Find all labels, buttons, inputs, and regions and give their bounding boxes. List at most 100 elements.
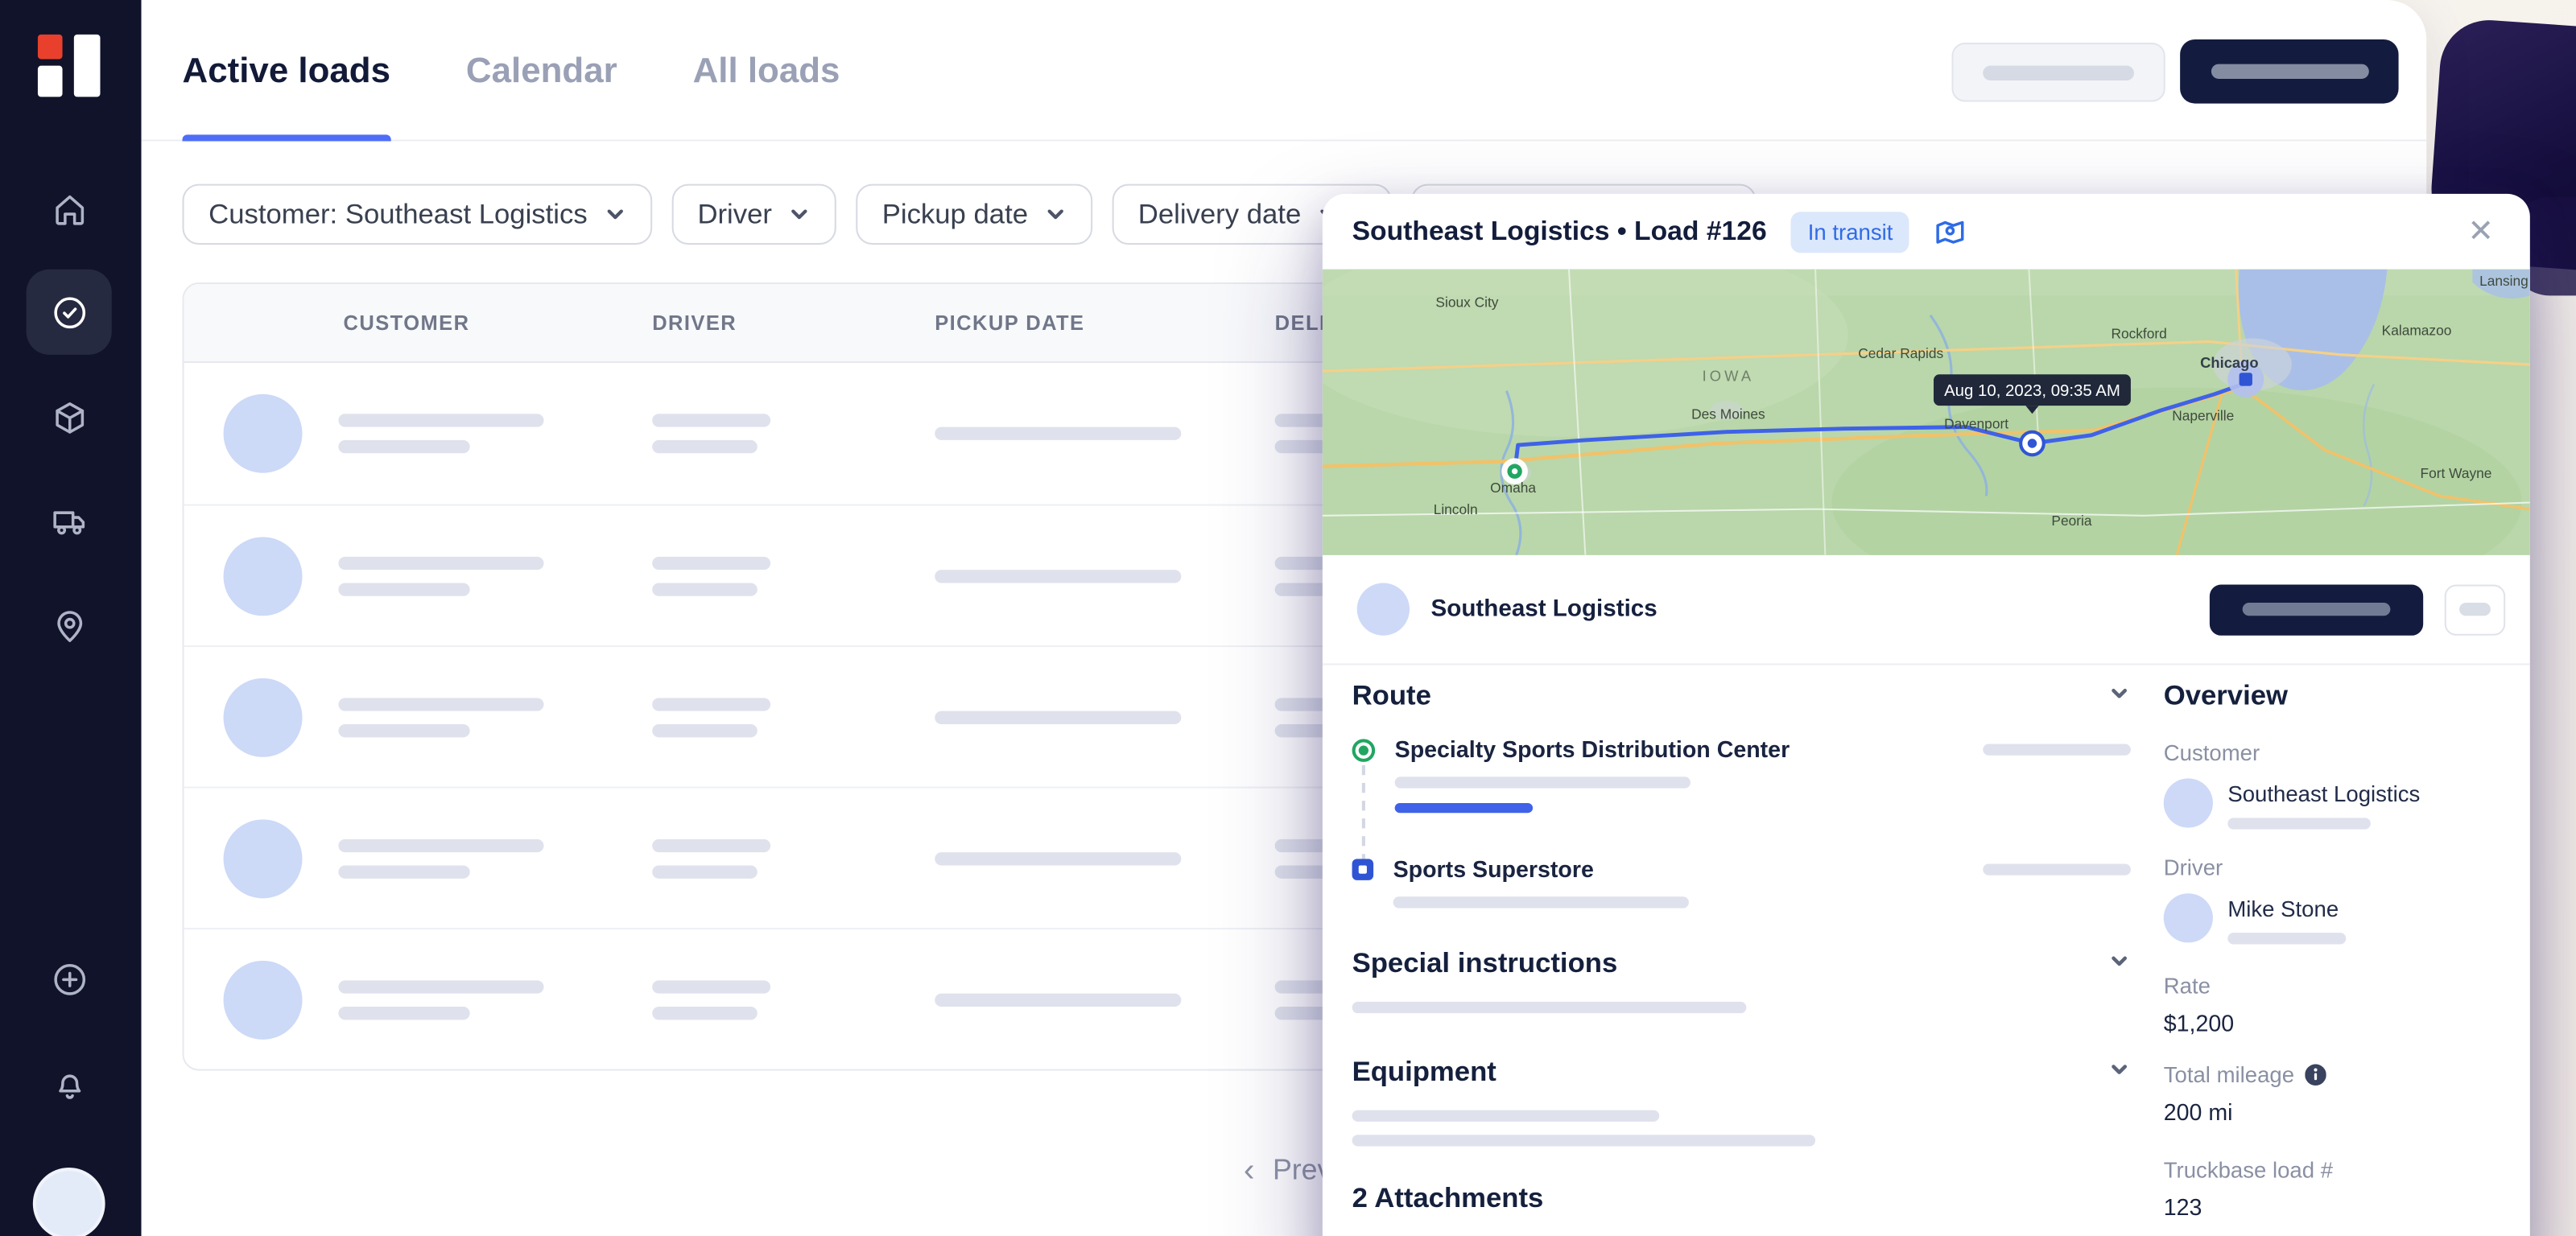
current-position-marker bbox=[2021, 432, 2044, 455]
svg-text:Des Moines: Des Moines bbox=[1691, 406, 1765, 422]
home-icon[interactable] bbox=[36, 175, 102, 241]
active-loads-icon[interactable] bbox=[27, 270, 112, 355]
shipments-box-icon[interactable] bbox=[36, 385, 102, 451]
customer-avatar bbox=[224, 819, 303, 898]
route-map-icon[interactable] bbox=[1934, 215, 1967, 248]
special-instructions-header[interactable]: Special instructions bbox=[1352, 948, 2131, 981]
user-avatar[interactable] bbox=[33, 1168, 105, 1236]
svg-text:Davenport: Davenport bbox=[1944, 416, 2008, 432]
route-title: Route bbox=[1352, 680, 1431, 713]
destination-stop-icon bbox=[1352, 859, 1374, 880]
customer-avatar bbox=[224, 394, 303, 473]
filter-customer[interactable]: Customer: Southeast Logistics bbox=[183, 184, 652, 245]
customer-avatar bbox=[2164, 778, 2213, 827]
customer-avatar bbox=[224, 678, 303, 757]
modal-header: Southeast Logistics • Load #126 In trans… bbox=[1323, 194, 2530, 270]
stop-name: Specialty Sports Distribution Center bbox=[1395, 735, 1963, 762]
route-section-header[interactable]: Route bbox=[1352, 680, 2131, 713]
equipment-title: Equipment bbox=[1352, 1056, 1496, 1089]
overview-customer[interactable]: Southeast Logistics bbox=[2164, 778, 2505, 829]
chevron-down-icon bbox=[604, 204, 625, 225]
notifications-bell-icon[interactable] bbox=[36, 1051, 102, 1117]
col-pickup-date[interactable]: PICKUP DATE bbox=[935, 312, 1084, 336]
attachments-header[interactable]: 2 Attachments bbox=[1352, 1182, 2131, 1215]
customer-label: Customer bbox=[2164, 740, 2505, 765]
svg-text:Omaha: Omaha bbox=[1490, 480, 1536, 496]
filter-customer-label: Customer: Southeast Logistics bbox=[208, 198, 588, 231]
add-plus-icon[interactable] bbox=[36, 946, 102, 1012]
chevron-left-icon: ‹ bbox=[1244, 1154, 1255, 1187]
driver-avatar bbox=[2164, 893, 2213, 942]
driver-label: Driver bbox=[2164, 855, 2505, 880]
svg-text:Fort Wayne: Fort Wayne bbox=[2421, 465, 2492, 481]
route-stops: Specialty Sports Distribution Center Spo… bbox=[1352, 735, 2131, 908]
route-stop-destination[interactable]: Sports Superstore bbox=[1352, 855, 2131, 908]
driver-name: Mike Stone bbox=[2227, 896, 2346, 921]
svg-text:Kalamazoo: Kalamazoo bbox=[2382, 322, 2452, 338]
load-detail-modal: Southeast Logistics • Load #126 In trans… bbox=[1323, 194, 2530, 1236]
tabs-bar: Active loads Calendar All loads bbox=[142, 0, 2427, 142]
svg-text:Aug 10, 2023, 09:35 AM: Aug 10, 2023, 09:35 AM bbox=[1944, 382, 2120, 400]
svg-text:IOWA: IOWA bbox=[1703, 367, 1755, 384]
load-number-value: 123 bbox=[2164, 1194, 2505, 1221]
primary-action-button[interactable] bbox=[2180, 39, 2398, 104]
chevron-down-icon[interactable] bbox=[2107, 681, 2131, 712]
overview-driver[interactable]: Mike Stone bbox=[2164, 893, 2505, 944]
customer-avatar bbox=[224, 537, 303, 616]
info-icon[interactable] bbox=[2304, 1064, 2326, 1086]
truck-icon[interactable] bbox=[36, 488, 102, 554]
svg-text:Sioux City: Sioux City bbox=[1435, 295, 1498, 311]
filter-pickup-date[interactable]: Pickup date bbox=[856, 184, 1092, 245]
equipment-header[interactable]: Equipment bbox=[1352, 1056, 2131, 1089]
customer-name: Southeast Logistics bbox=[2227, 781, 2420, 806]
filter-driver[interactable]: Driver bbox=[671, 184, 836, 245]
chevron-down-icon bbox=[1044, 204, 1066, 225]
col-driver[interactable]: DRIVER bbox=[652, 312, 737, 336]
rate-label: Rate bbox=[2164, 974, 2505, 999]
svg-text:Lansing: Lansing bbox=[2479, 273, 2529, 289]
svg-text:Lincoln: Lincoln bbox=[1434, 501, 1478, 517]
svg-text:Peoria: Peoria bbox=[2051, 513, 2091, 529]
customer-summary-bar: Southeast Logistics bbox=[1323, 555, 2530, 665]
filter-delivery-date-label: Delivery date bbox=[1138, 198, 1301, 231]
truckbase-logo-icon[interactable] bbox=[38, 33, 104, 99]
secondary-action-button[interactable] bbox=[1951, 43, 2165, 101]
route-progress-bar bbox=[1395, 803, 1533, 813]
svg-text:Chicago: Chicago bbox=[2200, 354, 2258, 371]
modal-title: Southeast Logistics • Load #126 bbox=[1352, 216, 1767, 247]
status-badge: In transit bbox=[1791, 211, 1909, 252]
customer-avatar bbox=[224, 961, 303, 1040]
chevron-down-icon bbox=[788, 204, 810, 225]
detail-sections: Route Specialty Sports Distribution Cent… bbox=[1352, 680, 2131, 1220]
tab-active-loads[interactable]: Active loads bbox=[183, 0, 391, 142]
svg-text:Rockford: Rockford bbox=[2111, 325, 2166, 341]
col-customer[interactable]: CUSTOMER bbox=[344, 312, 470, 336]
load-number-label: Truckbase load # bbox=[2164, 1158, 2505, 1183]
mileage-label: Total mileage bbox=[2164, 1062, 2294, 1087]
modal-primary-button[interactable] bbox=[2210, 584, 2423, 635]
customer-name: Southeast Logistics bbox=[1431, 596, 1657, 623]
stop-name: Sports Superstore bbox=[1393, 855, 1963, 882]
attachments-title: 2 Attachments bbox=[1352, 1182, 1544, 1215]
tab-calendar[interactable]: Calendar bbox=[466, 0, 617, 142]
route-map[interactable]: Aug 10, 2023, 09:35 AM Sioux City IOWA C… bbox=[1323, 270, 2530, 555]
chevron-down-icon[interactable] bbox=[2107, 949, 2131, 980]
app-window: Active loads Calendar All loads Customer… bbox=[0, 0, 2576, 1236]
chevron-down-icon[interactable] bbox=[2107, 1057, 2131, 1088]
customer-avatar bbox=[1357, 583, 1410, 635]
button-label-skeleton bbox=[2211, 64, 2368, 79]
special-instructions-title: Special instructions bbox=[1352, 948, 1618, 981]
route-stop-origin[interactable]: Specialty Sports Distribution Center bbox=[1352, 735, 2131, 813]
origin-stop-icon bbox=[1352, 739, 1376, 762]
tab-all-loads[interactable]: All loads bbox=[693, 0, 840, 142]
svg-text:Naperville: Naperville bbox=[2172, 407, 2234, 423]
close-icon[interactable]: ✕ bbox=[2461, 212, 2500, 251]
modal-body: Route Specialty Sports Distribution Cent… bbox=[1323, 667, 2530, 1221]
rate-value: $1,200 bbox=[2164, 1010, 2505, 1036]
modal-more-button[interactable] bbox=[2445, 584, 2506, 635]
overview-title: Overview bbox=[2164, 680, 2505, 713]
sidebar bbox=[0, 0, 142, 1236]
button-label-skeleton bbox=[1983, 65, 2134, 80]
overview-panel: Overview Customer Southeast Logistics Dr… bbox=[2164, 680, 2505, 1220]
location-pin-icon[interactable] bbox=[36, 593, 102, 659]
